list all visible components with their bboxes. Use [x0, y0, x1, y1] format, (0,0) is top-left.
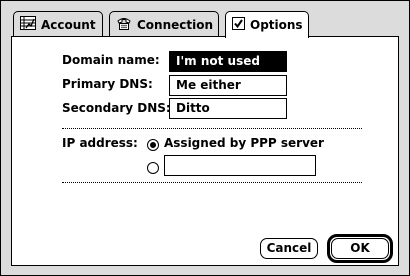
- tab-options-label: Options: [250, 18, 303, 32]
- cancel-button[interactable]: Cancel: [260, 238, 318, 259]
- radio-assigned-by-ppp[interactable]: [147, 139, 159, 151]
- domain-name-field[interactable]: I'm not used: [169, 51, 287, 72]
- radio-manual-ip[interactable]: [147, 162, 159, 174]
- ok-button[interactable]: OK: [331, 238, 389, 259]
- primary-dns-field[interactable]: Me either: [169, 75, 287, 96]
- tab-options[interactable]: Options: [225, 11, 309, 38]
- ip-address-field[interactable]: [164, 155, 316, 176]
- separator-bottom: [62, 182, 362, 183]
- dialog-window: Account Connection Options Domain name: …: [0, 0, 410, 276]
- tab-connection-label: Connection: [137, 17, 214, 32]
- radio-assigned-label[interactable]: Assigned by PPP server: [164, 136, 324, 150]
- tab-account[interactable]: Account: [13, 11, 103, 37]
- tab-connection[interactable]: Connection: [109, 11, 219, 37]
- ip-address-label: IP address:: [62, 136, 138, 150]
- separator-top: [62, 128, 362, 129]
- account-icon: [20, 16, 36, 33]
- tab-account-label: Account: [41, 17, 96, 32]
- primary-dns-label: Primary DNS:: [62, 77, 153, 91]
- checkbox-icon: [232, 17, 245, 33]
- options-panel: Domain name: I'm not used Primary DNS: M…: [11, 36, 399, 266]
- secondary-dns-label: Secondary DNS:: [62, 101, 171, 115]
- domain-name-label: Domain name:: [62, 53, 160, 67]
- secondary-dns-field[interactable]: Ditto: [169, 98, 287, 119]
- connection-icon: [116, 16, 132, 33]
